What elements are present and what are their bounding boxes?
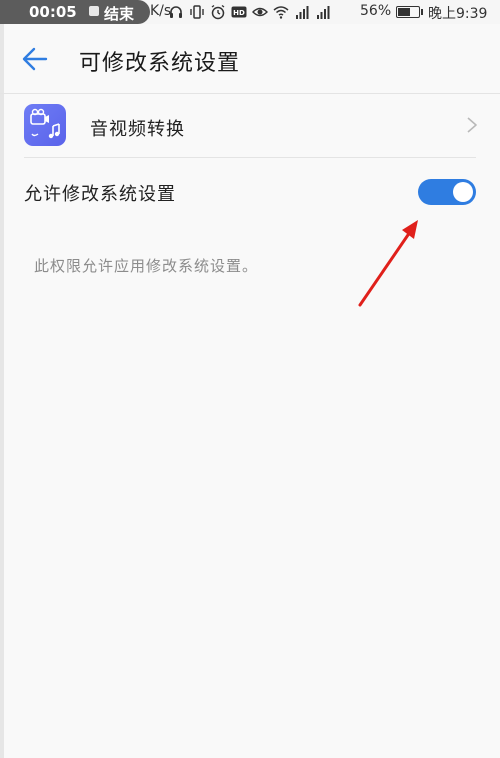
- status-clock: 晚上9:39: [428, 6, 488, 22]
- back-button[interactable]: [14, 38, 56, 80]
- alarm-icon: [210, 4, 226, 20]
- signal-icon: [294, 4, 310, 20]
- vibrate-icon: [189, 4, 205, 20]
- screen-recording-pill[interactable]: 00:05 结束: [0, 0, 150, 24]
- status-icons: HD: [168, 4, 331, 20]
- signal-icon: [315, 4, 331, 20]
- arrow-left-icon: [22, 47, 48, 71]
- wifi-icon: [273, 4, 289, 20]
- allow-modify-row: 允许修改系统设置: [0, 158, 500, 224]
- chevron-right-icon: [467, 117, 477, 133]
- recording-time: 00:05: [29, 3, 77, 21]
- app-name: 音视频转换: [90, 119, 185, 140]
- allow-modify-toggle[interactable]: [418, 179, 476, 205]
- permission-description: 此权限允许应用修改系统设置。: [34, 257, 259, 275]
- toggle-knob: [453, 182, 473, 202]
- allow-modify-label: 允许修改系统设置: [24, 184, 176, 205]
- stop-icon: [89, 6, 99, 16]
- status-bar: 00:05 结束 K/s HD 56% 晚上9:39: [0, 0, 500, 24]
- svg-text:HD: HD: [233, 9, 245, 17]
- app-info-row[interactable]: 音视频转换: [0, 94, 500, 158]
- battery-percent: 56%: [360, 3, 392, 19]
- screen: 00:05 结束 K/s HD 56% 晚上9:39 可修改系统设置 音视频转换…: [0, 0, 500, 758]
- headset-icon: [168, 4, 184, 20]
- hd-icon: HD: [231, 4, 247, 20]
- recording-end-label: 结束: [104, 5, 135, 23]
- toolbar: 可修改系统设置: [0, 24, 500, 94]
- battery-icon: [396, 6, 420, 18]
- eye-icon: [252, 4, 268, 20]
- app-icon: [24, 104, 66, 146]
- battery-tip: [421, 9, 423, 15]
- page-title: 可修改系统设置: [79, 51, 241, 76]
